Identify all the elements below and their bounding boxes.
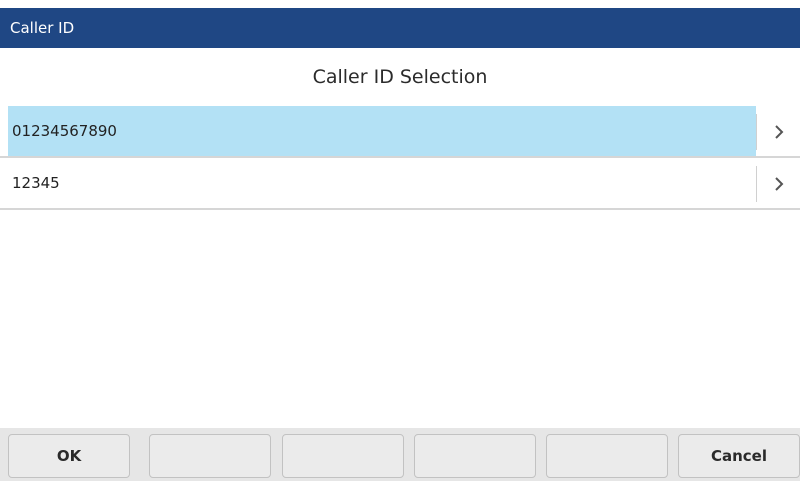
row-detail-button[interactable]: [756, 166, 800, 202]
page-title: Caller ID Selection: [312, 66, 488, 88]
softkey-3[interactable]: [282, 434, 404, 478]
list-item-label[interactable]: 12345: [8, 158, 756, 208]
list-item[interactable]: 01234567890: [0, 106, 800, 158]
title-bar: Caller ID: [0, 8, 800, 48]
chevron-right-icon: [774, 125, 783, 139]
caller-id-list: 01234567890 12345: [0, 106, 800, 210]
chevron-right-icon: [774, 177, 783, 191]
list-item[interactable]: 12345: [0, 158, 800, 210]
row-detail-button[interactable]: [756, 114, 800, 150]
cancel-softkey[interactable]: Cancel: [678, 434, 800, 478]
title-bar-label: Caller ID: [10, 19, 75, 37]
softkey-2[interactable]: [149, 434, 271, 478]
softkey-bar: OK Cancel: [0, 428, 800, 481]
ok-softkey[interactable]: OK: [8, 434, 130, 478]
softkey-4[interactable]: [414, 434, 536, 478]
softkey-5[interactable]: [546, 434, 668, 478]
list-item-label[interactable]: 01234567890: [8, 106, 756, 156]
